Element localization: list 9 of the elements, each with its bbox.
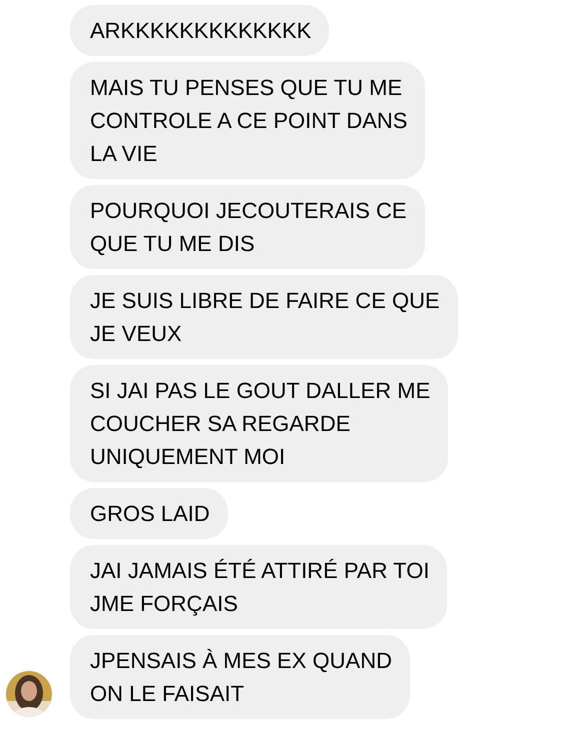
message-bubble: MAIS TU PENSES QUE TU ME CONTROLE A CE POINT DANS LA VIE xyxy=(70,62,426,179)
message-bubble: ARKKKKKKKKKKKKK xyxy=(70,5,330,56)
avatar xyxy=(6,671,52,717)
message-bubble: SI JAI PAS LE GOUT DALLER ME COUCHER SA REGARDE UNIQUEMENT MOI xyxy=(70,365,448,482)
message-bubble: GROS LAID xyxy=(70,488,228,539)
message-bubble: JPENSAIS À MES EX QUAND ON LE FAISAIT xyxy=(70,635,410,719)
message-bubble: POURQUOI JECOUTERAIS CE QUE TU ME DIS xyxy=(70,185,425,269)
message-bubble: JAI JAMAIS ÉTÉ ATTIRÉ PAR TOI JME FORÇAIS xyxy=(70,545,448,629)
message-bubble: JE SUIS LIBRE DE FAIRE CE QUE JE VEUX xyxy=(70,275,458,359)
